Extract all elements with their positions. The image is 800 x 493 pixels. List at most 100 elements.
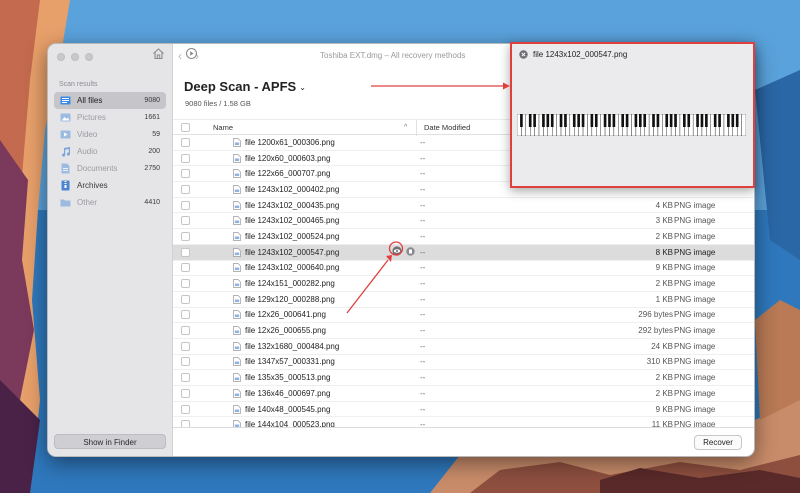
file-date: -- [420,388,426,398]
table-row[interactable]: file 135x35_000513.png -- 2 KB PNG image [173,370,754,386]
file-name: file 1243x102_000547.png [245,247,340,257]
table-row[interactable]: file 1347x57_000331.png -- 310 KB PNG image [173,355,754,371]
sidebar-item-pictures[interactable]: Pictures 1661 [54,109,166,126]
file-date: -- [420,153,426,163]
sidebar-item-label: Documents [77,164,118,173]
preview-title: file 1243x102_000547.png [533,50,628,59]
png-file-icon [233,216,241,226]
sidebar-item-audio[interactable]: Audio 200 [54,143,166,160]
sidebar-item-all-files[interactable]: All files 9080 [54,92,166,109]
sidebar-item-count: 2750 [144,165,160,172]
table-row[interactable]: file 136x46_000697.png -- 2 KB PNG image [173,386,754,402]
other-icon [60,197,71,208]
table-row[interactable]: file 1243x102_000547.png -- 8 KB PNG image [173,244,754,261]
table-row[interactable]: file 140x48_000545.png -- 9 KB PNG image [173,402,754,418]
file-date: -- [420,247,426,257]
bottom-bar: Recover [173,427,754,456]
row-checkbox[interactable] [181,231,190,241]
eye-preview-icon[interactable] [392,246,402,258]
sidebar-item-archives[interactable]: Archives [54,177,166,194]
row-checkbox[interactable] [181,341,190,351]
file-type: PNG image [674,341,716,351]
sidebar-item-other[interactable]: Other 4410 [54,194,166,211]
close-circle-icon[interactable] [519,50,528,61]
file-date: -- [420,137,426,147]
file-name: file 1347x57_000331.png [245,357,335,367]
file-name: file 140x48_000545.png [245,404,331,414]
all-files-icon [60,95,71,106]
table-row[interactable]: file 1243x102_000465.png -- 3 KB PNG image [173,213,754,230]
row-checkbox[interactable] [181,310,190,320]
table-row[interactable]: file 12x26_000655.png -- 292 bytes PNG imag… [173,323,754,339]
png-file-icon [233,137,241,147]
file-date: -- [420,184,426,194]
row-checkbox[interactable] [181,357,190,367]
row-checkbox[interactable] [181,216,190,226]
clock-restore-icon[interactable] [185,47,198,62]
sidebar-list: All files 9080 Pictures 1661 Video 59 Au… [54,92,166,211]
window-title: Toshiba EXT.dmg – All recovery methods [320,51,466,60]
file-name: file 1243x102_000465.png [245,216,340,226]
file-type: PNG image [674,326,716,336]
row-checkbox[interactable] [181,404,190,414]
table-row[interactable]: file 1243x102_000435.png -- 4 KB PNG image [173,198,754,214]
row-checkbox[interactable] [181,137,190,147]
sort-chevron-up-icon[interactable]: ^ [404,124,407,131]
row-checkbox[interactable] [181,184,190,194]
row-checkbox[interactable] [181,247,190,257]
audio-icon [60,146,71,157]
table-row[interactable]: file 132x1680_000484.png -- 24 KB PNG image [173,339,754,355]
table-row[interactable]: file 129x120_000288.png -- 1 KB PNG image [173,292,754,308]
column-header-name[interactable]: Name [213,123,233,132]
file-size: 310 KB [646,357,673,367]
documents-icon [60,163,71,174]
row-checkbox[interactable] [181,153,190,163]
table-row[interactable]: file 1243x102_000524.png -- 2 KB PNG image [173,229,754,245]
file-size: 2 KB [655,388,673,398]
select-all-checkbox[interactable] [181,122,190,132]
row-checkbox[interactable] [181,373,190,383]
row-checkbox[interactable] [181,263,190,273]
sidebar-item-label: Audio [77,147,98,156]
show-in-finder-button[interactable]: Show in Finder [54,434,166,449]
png-file-icon [233,404,241,414]
zoom-window-button[interactable] [85,53,93,61]
row-checkbox[interactable] [181,294,190,304]
recover-item-icon[interactable] [406,246,415,258]
file-type: PNG image [674,388,716,398]
recover-button[interactable]: Recover [694,435,742,450]
back-icon[interactable]: ‹ [178,49,182,63]
row-checkbox[interactable] [181,200,190,210]
png-file-icon [233,326,241,335]
sidebar-item-label: All files [77,96,103,105]
file-type: PNG image [674,216,716,226]
png-file-icon [233,279,241,288]
file-size: 2 KB [655,373,673,383]
sidebar-item-video[interactable]: Video 59 [54,126,166,143]
sidebar-item-documents[interactable]: Documents 2750 [54,160,166,177]
row-checkbox[interactable] [181,279,190,289]
scan-title[interactable]: Deep Scan - APFS ⌄ [184,79,306,94]
file-type: PNG image [674,279,716,289]
house-icon[interactable] [152,47,165,62]
row-checkbox[interactable] [181,388,190,398]
close-window-button[interactable] [57,53,65,61]
file-name: file 1243x102_000640.png [245,263,340,273]
png-file-icon [233,294,241,304]
chevron-down-icon: ⌄ [299,83,306,92]
table-row[interactable]: file 1243x102_000640.png -- 9 KB PNG image [173,261,754,277]
row-checkbox[interactable] [181,169,190,179]
archives-icon [60,180,71,191]
column-header-date[interactable]: Date Modified [424,123,470,132]
sidebar-item-label: Other [77,198,98,207]
table-row[interactable]: file 12x26_000641.png -- 296 bytes PNG imag… [173,308,754,324]
sidebar: Scan results All files 9080 Pictures 166… [48,44,173,456]
sidebar-item-count: 1661 [144,114,160,121]
table-row[interactable]: file 124x151_000282.png -- 2 KB PNG image [173,276,754,292]
png-file-icon [233,169,241,179]
scan-title-label: Deep Scan - APFS [184,79,297,94]
file-size: 9 KB [655,263,673,273]
file-date: -- [420,341,426,351]
minimize-window-button[interactable] [71,53,79,61]
row-checkbox[interactable] [181,326,190,336]
